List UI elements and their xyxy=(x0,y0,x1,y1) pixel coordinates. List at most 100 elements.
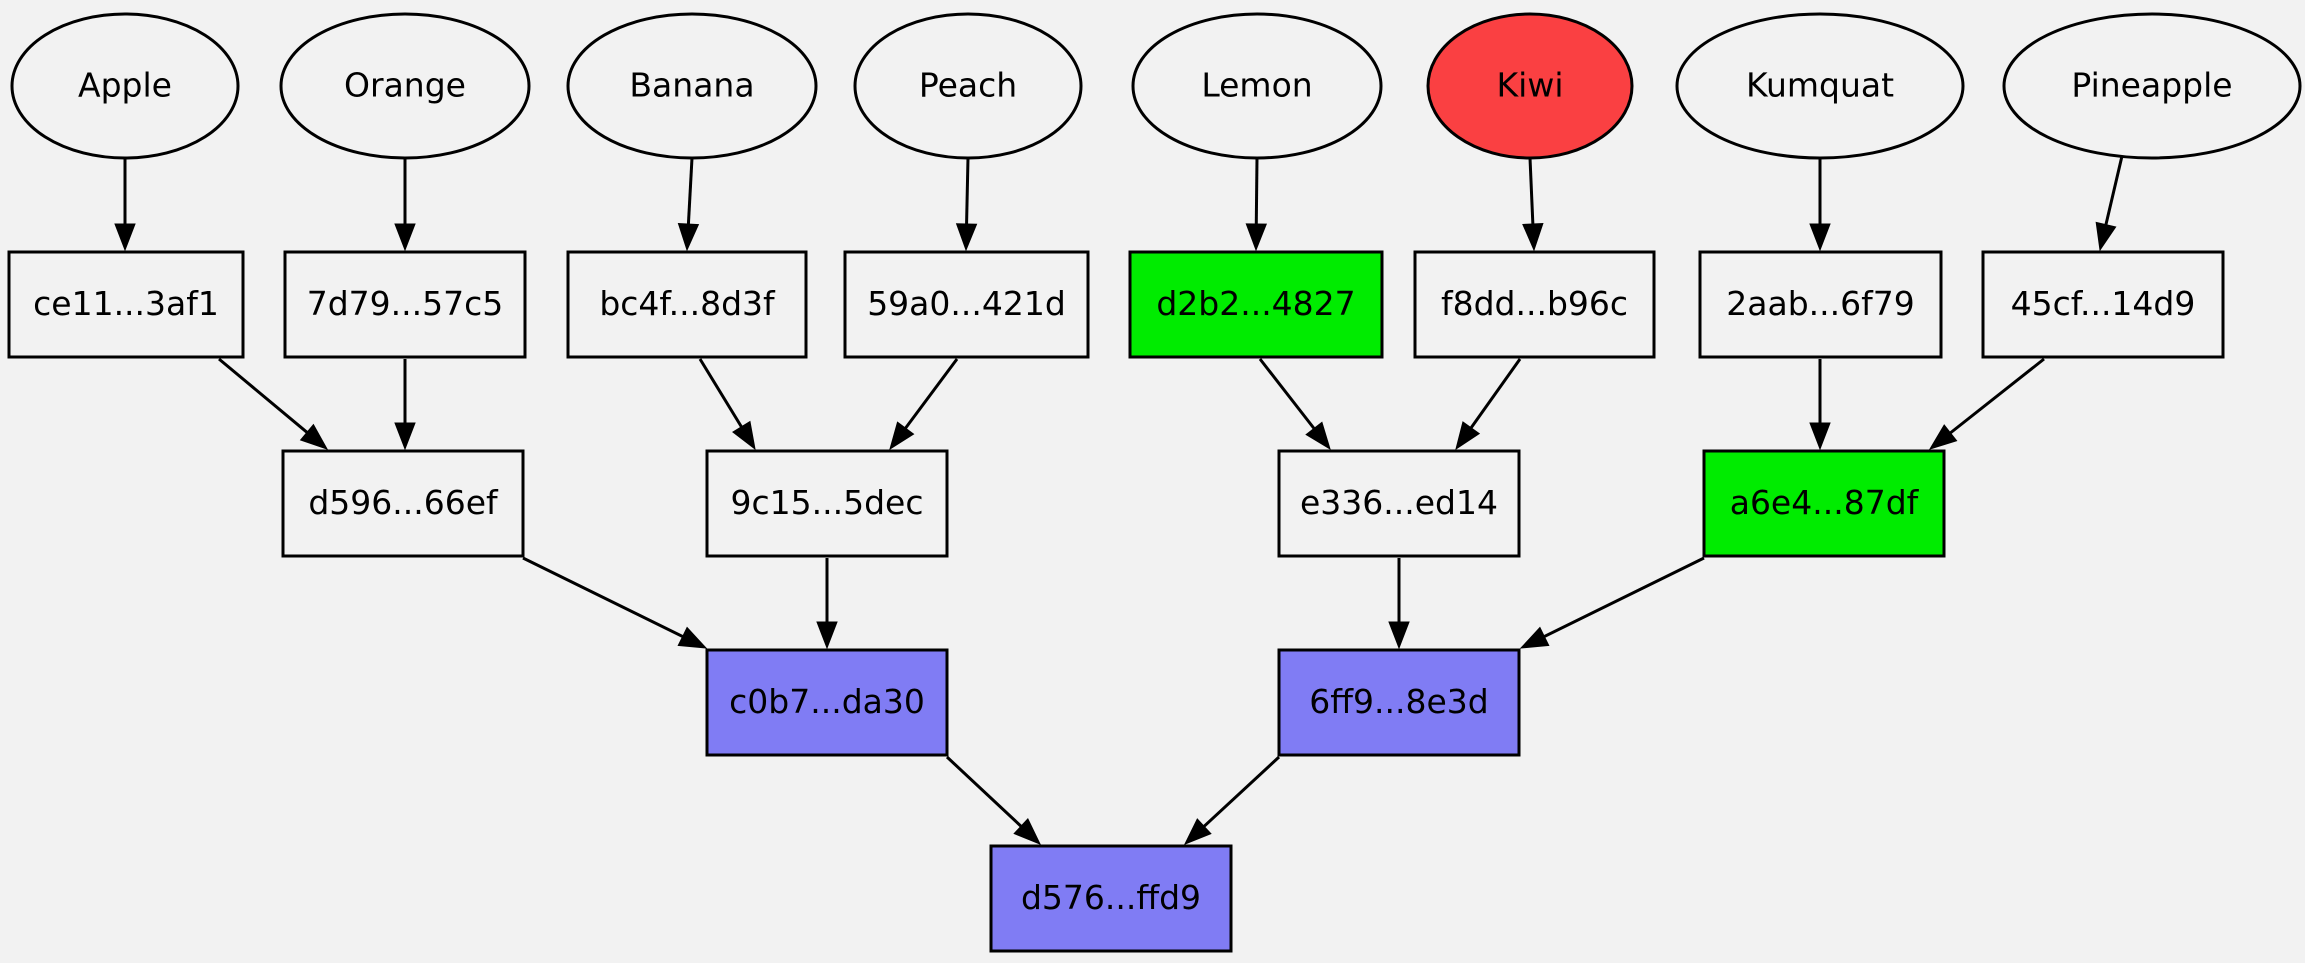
node-7d79[interactable]: 7d79...57c5 xyxy=(283,250,527,359)
arrowhead-icon xyxy=(114,223,136,252)
node-e336[interactable]: e336...ed14 xyxy=(1277,449,1521,558)
edge-line xyxy=(945,755,1025,831)
node-d576[interactable]: d576...ffd9 xyxy=(989,844,1233,953)
arrowhead-icon xyxy=(1928,424,1958,450)
node-rect[interactable] xyxy=(843,250,1090,359)
edge-line xyxy=(964,157,970,229)
node-rect[interactable] xyxy=(7,250,245,359)
node-rect[interactable] xyxy=(989,844,1233,953)
arrowhead-icon xyxy=(732,420,756,451)
edge-kiwi-to-f8dd xyxy=(1522,157,1544,252)
node-orange[interactable]: Orange xyxy=(279,12,531,160)
arrowhead-icon xyxy=(816,621,838,650)
edge-line xyxy=(218,357,312,437)
node-rect[interactable] xyxy=(1981,250,2225,359)
node-ellipse[interactable] xyxy=(1675,12,1965,160)
node-kiwi[interactable]: Kiwi xyxy=(1426,12,1634,160)
node-ellipse[interactable] xyxy=(1426,12,1634,160)
edge-f8dd-to-e336 xyxy=(1455,358,1522,451)
arrowhead-icon xyxy=(1809,223,1831,252)
node-9c15[interactable]: 9c15...5dec xyxy=(705,449,949,558)
node-rect[interactable] xyxy=(1698,250,1943,359)
node-rect[interactable] xyxy=(281,449,525,558)
node-ellipse[interactable] xyxy=(10,12,240,160)
edge-line xyxy=(1540,556,1705,640)
node-kumquat[interactable]: Kumquat xyxy=(1675,12,1965,160)
node-rect[interactable] xyxy=(566,250,808,359)
edge-orange-to-7d79 xyxy=(394,158,416,252)
arrowhead-icon xyxy=(394,223,416,252)
diagram-canvas: Apple Orange Banana Peach Lemon Kiwi Kumquat Pi… xyxy=(0,0,2305,963)
node-rect[interactable] xyxy=(1277,449,1521,558)
edge-e336-to-6ff9 xyxy=(1388,558,1410,650)
arrowhead-icon xyxy=(1809,422,1831,451)
node-apple[interactable]: Apple xyxy=(10,12,240,160)
node-rect[interactable] xyxy=(1128,250,1384,359)
edge-c0b7-to-d576 xyxy=(945,755,1042,845)
edge-line xyxy=(2103,155,2124,229)
node-a6e4[interactable]: a6e4...87df xyxy=(1702,449,1946,558)
edge-pineapple-to-45cf xyxy=(2095,155,2124,252)
arrowhead-icon xyxy=(677,222,700,252)
node-c0b7[interactable]: c0b7...da30 xyxy=(705,648,949,757)
edge-59a0-to-9c15 xyxy=(889,358,959,451)
edge-9c15-to-c0b7 xyxy=(816,558,838,650)
edge-line xyxy=(1254,157,1259,229)
edge-a6e4-to-6ff9 xyxy=(1519,556,1705,649)
arrowhead-icon xyxy=(1522,223,1544,252)
edge-6ff9-to-d576 xyxy=(1183,755,1281,845)
edge-line xyxy=(698,358,745,432)
node-6ff9[interactable]: 6ff9...8e3d xyxy=(1277,648,1521,757)
node-rect[interactable] xyxy=(705,449,949,558)
edge-45cf-to-a6e4 xyxy=(1928,357,2045,450)
edge-line xyxy=(1258,358,1318,433)
node-d596[interactable]: d596...66ef xyxy=(281,449,525,558)
edge-kumquat-to-2aab xyxy=(1809,158,1831,252)
node-ellipse[interactable] xyxy=(2002,12,2302,160)
edge-bc4f-to-9c15 xyxy=(698,358,756,451)
node-pineapple[interactable]: Pineapple xyxy=(2002,12,2302,160)
edge-d2b2-to-e336 xyxy=(1258,358,1331,451)
node-2aab[interactable]: 2aab...6f79 xyxy=(1698,250,1943,359)
arrowhead-icon xyxy=(955,223,978,252)
node-rect[interactable] xyxy=(283,250,527,359)
arrowhead-icon xyxy=(1519,626,1550,649)
node-ellipse[interactable] xyxy=(853,12,1083,160)
edge-7d79-to-d596 xyxy=(394,359,416,451)
arrowhead-icon xyxy=(1245,223,1268,252)
arrowhead-icon xyxy=(1388,621,1410,650)
edge-banana-to-bc4f xyxy=(677,157,700,252)
edge-line xyxy=(522,556,687,640)
node-ellipse[interactable] xyxy=(279,12,531,160)
edge-ce11-to-d596 xyxy=(218,357,329,450)
arrowhead-icon xyxy=(394,422,416,451)
node-rect[interactable] xyxy=(1413,250,1656,359)
node-rect[interactable] xyxy=(705,648,949,757)
arrowhead-icon xyxy=(677,626,708,649)
node-peach[interactable]: Peach xyxy=(853,12,1083,160)
node-ce11[interactable]: ce11...3af1 xyxy=(7,250,245,359)
node-banana[interactable]: Banana xyxy=(566,12,818,160)
node-lemon[interactable]: Lemon xyxy=(1131,12,1383,160)
arrowhead-icon xyxy=(1305,421,1331,451)
dependency-graph: Apple Orange Banana Peach Lemon Kiwi Kumquat Pi… xyxy=(7,12,2302,953)
node-rect[interactable] xyxy=(1702,449,1946,558)
node-bc4f[interactable]: bc4f...8d3f xyxy=(566,250,808,359)
node-59a0[interactable]: 59a0...421d xyxy=(843,250,1090,359)
nodes-layer: Apple Orange Banana Peach Lemon Kiwi Kumquat Pi… xyxy=(7,12,2302,953)
arrowhead-icon xyxy=(889,421,915,451)
edge-d596-to-c0b7 xyxy=(522,556,708,649)
node-ellipse[interactable] xyxy=(566,12,818,160)
edge-line xyxy=(1467,358,1522,432)
edge-peach-to-59a0 xyxy=(955,157,978,252)
node-rect[interactable] xyxy=(1277,648,1521,757)
edge-line xyxy=(1200,755,1281,831)
edge-apple-to-ce11 xyxy=(114,158,136,252)
node-d2b2[interactable]: d2b2...4827 xyxy=(1128,250,1384,359)
edge-line xyxy=(686,157,694,229)
node-f8dd[interactable]: f8dd...b96c xyxy=(1413,250,1656,359)
edge-lemon-to-d2b2 xyxy=(1245,157,1268,252)
node-ellipse[interactable] xyxy=(1131,12,1383,160)
node-45cf[interactable]: 45cf...14d9 xyxy=(1981,250,2225,359)
edge-line xyxy=(1528,157,1535,229)
